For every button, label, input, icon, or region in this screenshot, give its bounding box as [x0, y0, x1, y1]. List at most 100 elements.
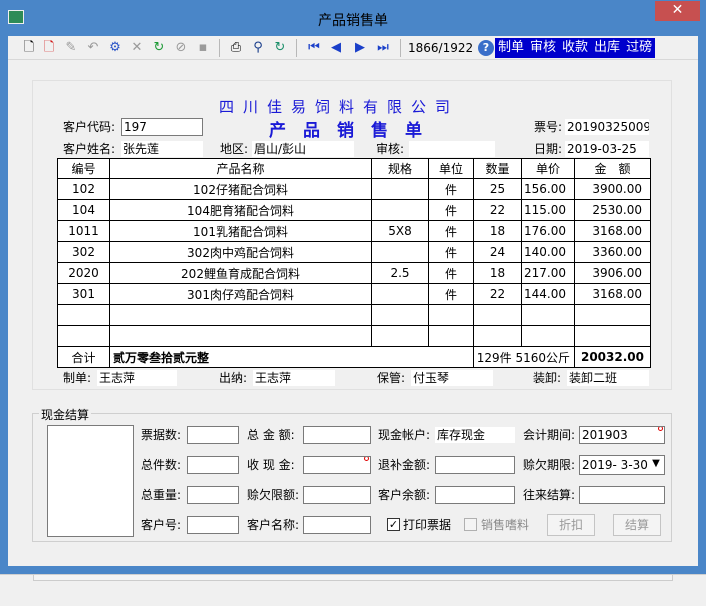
customer-name-settle-field[interactable]	[303, 516, 371, 534]
menu-item-outbound[interactable]: 出库	[594, 40, 620, 55]
cash-settlement-group: 现金结算 票据数: 总 金 额: 现金帐户: 库存现金 会计期间: 201903…	[32, 406, 672, 542]
document-title: 产品销售单	[269, 121, 439, 141]
menu-item-weigh[interactable]: 过磅	[626, 40, 652, 55]
cell-product: 101乳猪配合饲料	[109, 220, 372, 242]
credit-limit-field[interactable]	[303, 486, 371, 504]
close-button[interactable]: ✕	[655, 1, 700, 21]
customer-no-field[interactable]	[187, 516, 239, 534]
table-row[interactable]	[57, 325, 651, 347]
cell-product: 302肉中鸡配合饲料	[109, 241, 372, 263]
cell-price: 140.00	[521, 241, 575, 263]
current-settlement-field[interactable]	[579, 486, 665, 504]
date-label: 日期:	[534, 142, 563, 156]
discount-button[interactable]: 折扣	[547, 514, 595, 536]
next-icon[interactable]: ▶	[352, 40, 368, 56]
table-row[interactable]: 1011 101乳猪配合饲料 5X8 件 18 176.00 3168.00	[57, 220, 651, 242]
delete-icon[interactable]: ✕	[129, 40, 145, 56]
approve-icon[interactable]: ↻	[151, 40, 167, 56]
tickets-field[interactable]	[187, 426, 239, 444]
new-red-doc-icon[interactable]: 🗋	[41, 40, 57, 56]
print-icon[interactable]: ⎙	[228, 40, 244, 56]
table-row[interactable]: 302 302肉中鸡配合饲料 件 24 140.00 3360.00	[57, 241, 651, 263]
credit-due-label: 赊欠期限:	[523, 458, 576, 472]
cell-unit	[428, 304, 474, 326]
balance-field[interactable]	[435, 486, 515, 504]
product-table: 编号 产品名称 规格 单位 数量 单价 金 额 102 102仔猪配合饲料件 25 1…	[57, 158, 651, 368]
menu-item-review[interactable]: 审核	[530, 40, 556, 55]
customer-name-value: 张先莲	[121, 141, 203, 157]
credit-due-combo[interactable]: 2019- 3-30 ▼	[579, 455, 665, 475]
last-icon[interactable]: ⏭	[375, 40, 391, 56]
period-label: 会计期间:	[523, 428, 576, 442]
cell-product: 104肥育猪配合饲料	[109, 199, 372, 221]
find-icon[interactable]: ⚲	[250, 40, 266, 56]
cell-price: 217.00	[521, 262, 575, 284]
undo-icon[interactable]: ↶	[85, 40, 101, 56]
cell-spec	[371, 199, 429, 221]
settle-button[interactable]: 结算	[613, 514, 661, 536]
sell-feed-checkbox[interactable]	[464, 518, 477, 531]
cell-unit: 件	[428, 199, 474, 221]
prev-icon[interactable]: ◀	[328, 40, 344, 56]
tickets-label: 票据数:	[141, 428, 182, 442]
cell-amount: 3906.00	[574, 262, 651, 284]
new-doc-icon[interactable]: 🗋	[21, 40, 37, 56]
cancel-icon[interactable]: ⊘	[173, 40, 189, 56]
window-frame-right	[698, 36, 706, 574]
settlement-memo[interactable]	[47, 425, 134, 537]
toolbar: 🗋 🗋 ✎ ↶ ⚙ ✕ ↻ ⊘ ▪ ⎙ ⚲ ↻ ⏮ ◀ ▶ ⏭ 1866/192…	[8, 36, 698, 60]
form-content: 四川佳易饲料有限公司 产品销售单 客户代码: 197 票号: 201903250…	[8, 60, 698, 566]
col-header-product: 产品名称	[109, 158, 372, 179]
cell-product: 202鲤鱼育成配合饲料	[109, 262, 372, 284]
save-icon[interactable]: ▪	[195, 40, 211, 56]
total-in-words: 贰万零叁拾贰元整	[109, 346, 474, 368]
maker-value: 王志萍	[97, 370, 177, 386]
total-amount-field[interactable]	[303, 426, 371, 444]
cell-qty: 25	[473, 178, 522, 200]
print-ticket-label: 打印票据	[403, 518, 452, 532]
col-header-amount: 金 额	[574, 158, 651, 179]
table-row[interactable]: 104 104肥育猪配合饲料 件 22 115.00 2530.00	[57, 199, 651, 221]
window-title: 产品销售单	[318, 13, 388, 29]
total-pieces-label: 总件数:	[141, 458, 182, 472]
help-icon[interactable]: ?	[478, 40, 494, 56]
cell-qty	[473, 325, 522, 347]
cell-code: 1011	[57, 220, 110, 242]
total-weight-field[interactable]	[187, 486, 239, 504]
background-window	[0, 574, 706, 606]
cell-unit: 件	[428, 283, 474, 305]
refund-field[interactable]	[435, 456, 515, 474]
save-gear-icon[interactable]: ⚙	[107, 40, 123, 56]
cell-amount	[574, 304, 651, 326]
customer-name-settle-label: 客户名称:	[247, 518, 300, 532]
table-row[interactable]	[57, 304, 651, 326]
received-field[interactable]	[303, 456, 371, 474]
print-ticket-checkbox[interactable]: ✓	[387, 518, 400, 531]
col-header-spec: 规格	[371, 158, 429, 179]
customer-code-field[interactable]: 197	[121, 118, 203, 136]
first-icon[interactable]: ⏮	[306, 40, 322, 56]
cell-unit	[428, 325, 474, 347]
date-value: 2019-03-25	[565, 141, 649, 157]
chevron-down-icon[interactable]: ▼	[650, 457, 662, 471]
toolbar-separator	[219, 39, 220, 57]
ticket-number-value: 20190325009	[565, 119, 649, 135]
total-quantity: 129件 5160公斤	[473, 346, 575, 368]
review-label: 审核:	[376, 142, 405, 156]
cell-qty	[473, 304, 522, 326]
col-header-code: 编号	[57, 158, 110, 179]
title-bar: 产品销售单 ✕	[0, 0, 706, 36]
table-row[interactable]: 2020 202鲤鱼育成配合饲料 2.5 件 18 217.00 3906.00	[57, 262, 651, 284]
total-pieces-field[interactable]	[187, 456, 239, 474]
cell-code: 302	[57, 241, 110, 263]
table-row[interactable]: 102 102仔猪配合饲料 件 25 156.00 3900.00	[57, 178, 651, 200]
refresh-icon[interactable]: ↻	[272, 40, 288, 56]
menu-item-collect[interactable]: 收款	[562, 40, 588, 55]
cell-qty: 18	[473, 220, 522, 242]
edit-icon[interactable]: ✎	[63, 40, 79, 56]
menu-item-make[interactable]: 制单	[498, 40, 524, 55]
period-field[interactable]: 201903	[579, 426, 665, 444]
table-row[interactable]: 301 301肉仔鸡配合饲料 件 22 144.00 3168.00	[57, 283, 651, 305]
cell-price: 144.00	[521, 283, 575, 305]
toolbar-separator	[296, 39, 297, 57]
